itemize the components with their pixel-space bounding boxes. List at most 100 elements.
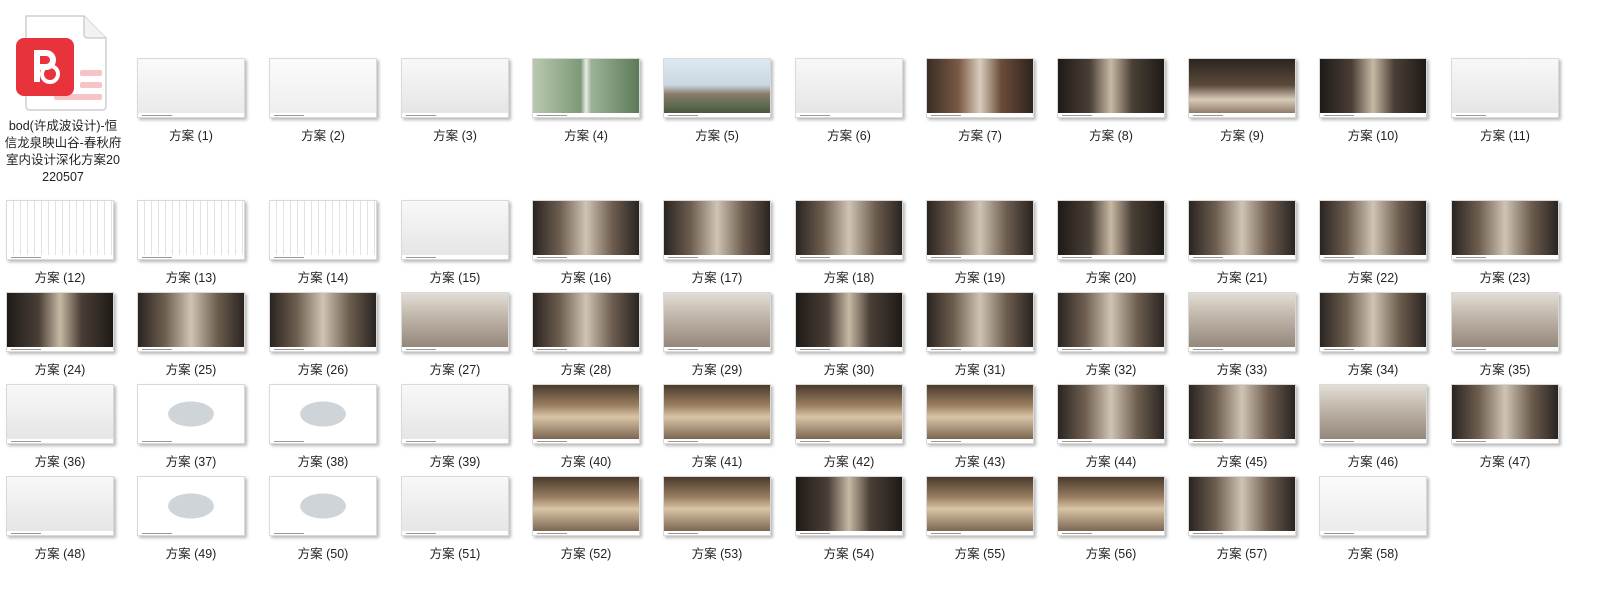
thumbnail-label: 方案 (32) (1085, 363, 1137, 377)
thumbnail-item[interactable]: 方案 (30) (795, 292, 903, 377)
thumbnail-item[interactable]: 方案 (18) (795, 200, 903, 285)
thumbnail-item[interactable]: 方案 (13) (137, 200, 245, 285)
thumbnail-label: 方案 (18) (823, 271, 875, 285)
thumbnail-label: 方案 (36) (34, 455, 86, 469)
thumbnail-label: 方案 (17) (691, 271, 743, 285)
thumbnail-item[interactable]: 方案 (24) (6, 292, 114, 377)
thumbnail-item[interactable]: 方案 (6) (795, 58, 903, 143)
thumbnail-item[interactable]: 方案 (34) (1319, 292, 1427, 377)
slide-thumbnail (1188, 58, 1296, 118)
thumbnail-label: 方案 (10) (1347, 129, 1399, 143)
thumbnail-item[interactable]: 方案 (7) (926, 58, 1034, 143)
slide-thumbnail (1319, 58, 1427, 118)
thumbnail-item[interactable]: 方案 (46) (1319, 384, 1427, 469)
thumbnail-item[interactable]: 方案 (35) (1451, 292, 1559, 377)
thumbnail-item[interactable]: 方案 (37) (137, 384, 245, 469)
thumbnail-item[interactable]: 方案 (9) (1188, 58, 1296, 143)
thumbnail-label: 方案 (12) (34, 271, 86, 285)
thumbnail-label: 方案 (42) (823, 455, 875, 469)
thumbnail-item[interactable]: 方案 (19) (926, 200, 1034, 285)
thumbnail-item[interactable]: 方案 (39) (401, 384, 509, 469)
slide-thumbnail (795, 292, 903, 352)
thumbnail-item[interactable]: 方案 (49) (137, 476, 245, 561)
thumbnail-label: 方案 (29) (691, 363, 743, 377)
thumbnail-item[interactable]: 方案 (28) (532, 292, 640, 377)
thumbnail-item[interactable]: 方案 (43) (926, 384, 1034, 469)
thumbnail-item[interactable]: 方案 (3) (401, 58, 509, 143)
thumbnail-item[interactable]: 方案 (58) (1319, 476, 1427, 561)
thumbnail-item[interactable]: 方案 (26) (269, 292, 377, 377)
thumbnail-label: 方案 (39) (429, 455, 481, 469)
thumbnail-item[interactable]: 方案 (33) (1188, 292, 1296, 377)
slide-thumbnail (1188, 384, 1296, 444)
slide-thumbnail (663, 200, 771, 260)
thumbnail-item[interactable]: 方案 (4) (532, 58, 640, 143)
thumbnail-label: 方案 (50) (297, 547, 349, 561)
thumbnail-item[interactable]: 方案 (16) (532, 200, 640, 285)
thumbnail-item[interactable]: 方案 (29) (663, 292, 771, 377)
thumbnail-item[interactable]: 方案 (55) (926, 476, 1034, 561)
thumbnail-item[interactable]: 方案 (40) (532, 384, 640, 469)
slide-thumbnail (1319, 292, 1427, 352)
slide-thumbnail (6, 200, 114, 260)
thumbnail-item[interactable]: 方案 (53) (663, 476, 771, 561)
slide-thumbnail (926, 384, 1034, 444)
thumbnail-item[interactable]: 方案 (51) (401, 476, 509, 561)
thumbnail-item[interactable]: 方案 (14) (269, 200, 377, 285)
thumbnail-item[interactable]: 方案 (8) (1057, 58, 1165, 143)
thumbnail-label: 方案 (25) (165, 363, 217, 377)
thumbnail-item[interactable]: 方案 (22) (1319, 200, 1427, 285)
thumbnail-item[interactable]: 方案 (32) (1057, 292, 1165, 377)
thumbnail-item[interactable]: 方案 (2) (269, 58, 377, 143)
slide-thumbnail (1057, 58, 1165, 118)
thumbnail-label: 方案 (58) (1347, 547, 1399, 561)
thumbnail-label: 方案 (57) (1216, 547, 1268, 561)
thumbnail-item[interactable]: 方案 (56) (1057, 476, 1165, 561)
thumbnail-item[interactable]: 方案 (57) (1188, 476, 1296, 561)
slide-thumbnail (926, 292, 1034, 352)
slide-thumbnail (663, 58, 771, 118)
thumbnail-item[interactable]: 方案 (23) (1451, 200, 1559, 285)
slide-thumbnail (137, 200, 245, 260)
thumbnail-label: 方案 (22) (1347, 271, 1399, 285)
thumbnail-item[interactable]: 方案 (25) (137, 292, 245, 377)
thumbnail-item[interactable]: 方案 (54) (795, 476, 903, 561)
thumbnail-item[interactable]: 方案 (48) (6, 476, 114, 561)
slide-thumbnail (532, 58, 640, 118)
thumbnail-item[interactable]: 方案 (52) (532, 476, 640, 561)
thumbnail-item[interactable]: 方案 (50) (269, 476, 377, 561)
thumbnail-label: 方案 (20) (1085, 271, 1137, 285)
thumbnail-item[interactable]: 方案 (11) (1451, 58, 1559, 143)
slide-thumbnail (663, 384, 771, 444)
thumbnail-label: 方案 (14) (297, 271, 349, 285)
thumbnail-item[interactable]: 方案 (10) (1319, 58, 1427, 143)
thumbnail-label: 方案 (55) (954, 547, 1006, 561)
thumbnail-item[interactable]: 方案 (44) (1057, 384, 1165, 469)
thumbnail-item[interactable]: 方案 (45) (1188, 384, 1296, 469)
thumbnail-item[interactable]: 方案 (20) (1057, 200, 1165, 285)
thumbnail-item[interactable]: 方案 (42) (795, 384, 903, 469)
thumbnail-item[interactable]: 方案 (38) (269, 384, 377, 469)
thumbnail-item[interactable]: 方案 (27) (401, 292, 509, 377)
thumbnail-item[interactable]: 方案 (12) (6, 200, 114, 285)
thumbnail-label: 方案 (3) (433, 129, 477, 143)
thumbnail-label: 方案 (37) (165, 455, 217, 469)
thumbnail-item[interactable]: 方案 (5) (663, 58, 771, 143)
slide-thumbnail (1451, 200, 1559, 260)
slide-thumbnail (1057, 476, 1165, 536)
slide-thumbnail (6, 384, 114, 444)
thumbnail-item[interactable]: 方案 (15) (401, 200, 509, 285)
thumbnail-item[interactable]: 方案 (47) (1451, 384, 1559, 469)
thumbnail-item[interactable]: 方案 (17) (663, 200, 771, 285)
slide-thumbnail (1057, 292, 1165, 352)
thumbnail-label: 方案 (9) (1220, 129, 1264, 143)
slide-thumbnail (401, 384, 509, 444)
thumbnail-label: 方案 (26) (297, 363, 349, 377)
thumbnail-label: 方案 (23) (1479, 271, 1531, 285)
thumbnail-label: 方案 (21) (1216, 271, 1268, 285)
thumbnail-item[interactable]: 方案 (36) (6, 384, 114, 469)
thumbnail-item[interactable]: 方案 (21) (1188, 200, 1296, 285)
thumbnail-item[interactable]: 方案 (1) (137, 58, 245, 143)
thumbnail-item[interactable]: 方案 (31) (926, 292, 1034, 377)
thumbnail-item[interactable]: 方案 (41) (663, 384, 771, 469)
